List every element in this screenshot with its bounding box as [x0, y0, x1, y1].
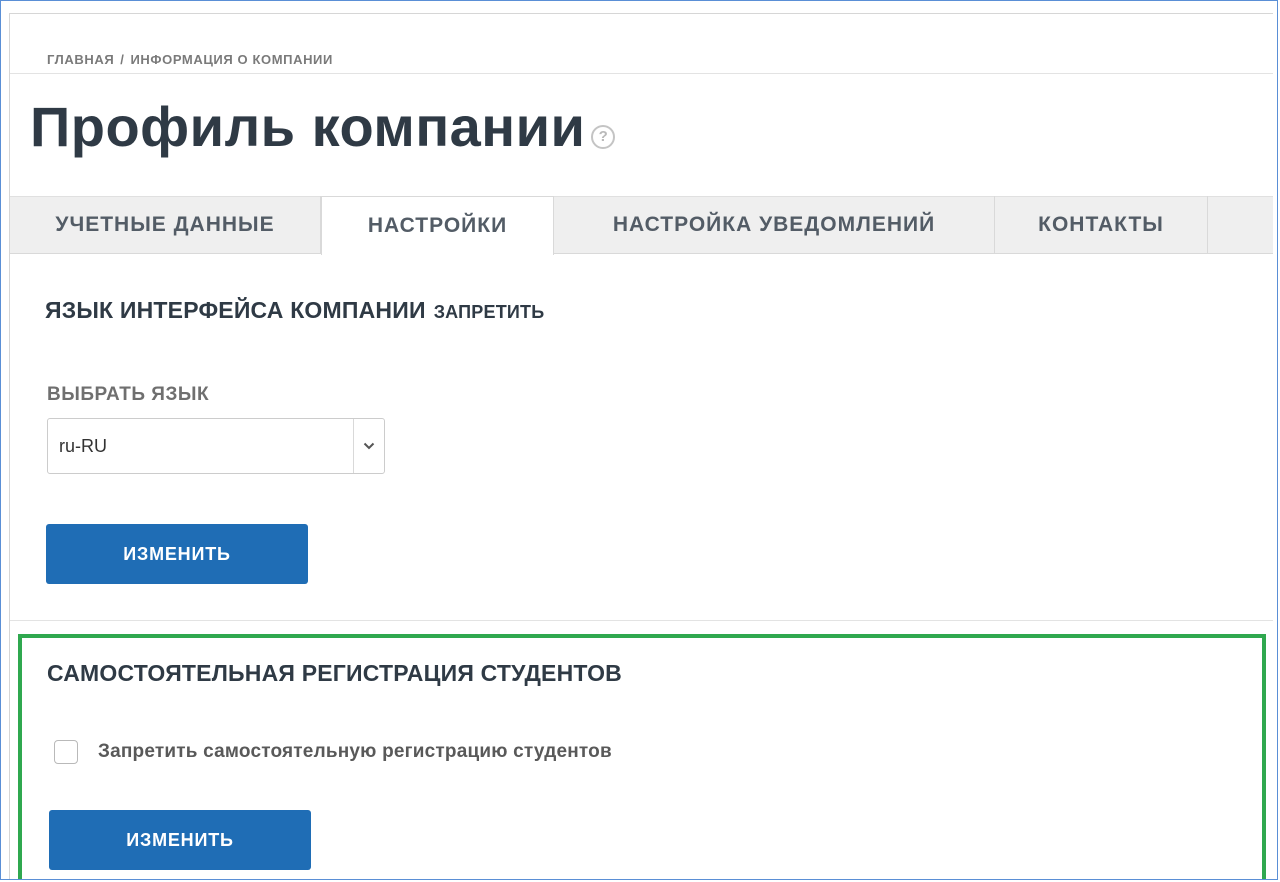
change-language-button[interactable]: ИЗМЕНИТЬ: [46, 524, 308, 584]
language-section-heading: ЯЗЫК ИНТЕРФЕЙСА КОМПАНИИ: [45, 297, 426, 323]
page-title-row: Профиль компании ?: [30, 94, 616, 159]
registration-section-title: САМОСТОЯТЕЛЬНАЯ РЕГИСТРАЦИЯ СТУДЕНТОВ: [47, 660, 622, 686]
tab-bar: УЧЕТНЫЕ ДАННЫЕ НАСТРОЙКИ НАСТРОЙКА УВЕДО…: [10, 196, 1273, 255]
forbid-registration-row[interactable]: Запретить самостоятельную регистрацию ст…: [54, 740, 612, 764]
breadcrumb-separator: /: [120, 52, 125, 67]
forbid-language-link[interactable]: ЗАПРЕТИТЬ: [434, 302, 545, 322]
breadcrumb-divider: [10, 73, 1273, 74]
forbid-registration-label[interactable]: Запретить самостоятельную регистрацию ст…: [98, 741, 612, 763]
select-language-label: ВЫБРАТЬ ЯЗЫК: [47, 384, 210, 405]
tab-settings[interactable]: НАСТРОЙКИ: [321, 196, 554, 255]
change-registration-button[interactable]: ИЗМЕНИТЬ: [49, 810, 311, 870]
language-section-title: ЯЗЫК ИНТЕРФЕЙСА КОМПАНИИ ЗАПРЕТИТЬ: [45, 297, 544, 324]
language-select[interactable]: ru-RU: [47, 418, 385, 474]
tab-contacts[interactable]: КОНТАКТЫ: [995, 196, 1208, 254]
tab-notification-settings[interactable]: НАСТРОЙКА УВЕДОМЛЕНИЙ: [554, 196, 995, 254]
breadcrumb-home-link[interactable]: ГЛАВНАЯ: [47, 52, 114, 67]
tab-account-data[interactable]: УЧЕТНЫЕ ДАННЫЕ: [10, 196, 321, 254]
forbid-registration-checkbox[interactable]: [54, 740, 78, 764]
page-title: Профиль компании: [30, 95, 586, 158]
language-select-value: ru-RU: [59, 436, 107, 456]
chevron-down-icon[interactable]: [353, 419, 384, 473]
breadcrumb-current: ИНФОРМАЦИЯ О КОМПАНИИ: [130, 52, 333, 67]
help-icon[interactable]: ?: [591, 125, 616, 149]
breadcrumb: ГЛАВНАЯ / ИНФОРМАЦИЯ О КОМПАНИИ: [47, 52, 333, 67]
page-frame: ГЛАВНАЯ / ИНФОРМАЦИЯ О КОМПАНИИ Профиль ко…: [9, 13, 1273, 879]
section-divider: [10, 620, 1273, 621]
